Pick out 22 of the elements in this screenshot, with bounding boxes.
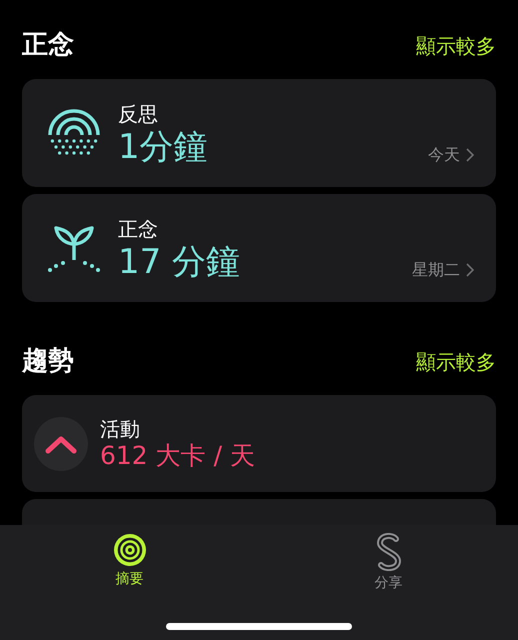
- share-icon: [376, 533, 402, 571]
- card-date: 星期二: [412, 259, 460, 281]
- card-date: 今天: [428, 144, 460, 166]
- tab[interactable]: 分享: [259, 533, 518, 594]
- chevron-right-icon: [466, 263, 474, 277]
- rings-icon: [112, 533, 146, 567]
- card-value: 1分鐘: [118, 127, 209, 167]
- trend-card[interactable]: 活動 612 大卡 / 天: [22, 395, 496, 492]
- card-title: 反思: [118, 101, 159, 127]
- tab[interactable]: 摘要: [0, 533, 259, 594]
- section-title: 正念: [22, 29, 74, 62]
- card-value: 612 大卡 / 天: [100, 440, 255, 470]
- show-more-link[interactable]: 顯示較多: [416, 30, 496, 60]
- card-title: 活動: [100, 416, 141, 440]
- card-value: 17 分鐘: [118, 242, 242, 282]
- section-title: 趨勢: [22, 345, 74, 378]
- summary-card[interactable]: 反思 1分鐘 今天: [22, 79, 496, 187]
- chevron-right-icon: [466, 148, 474, 162]
- show-more-link[interactable]: 顯示較多: [416, 346, 496, 376]
- summary-card[interactable]: 正念 17 分鐘 星期二: [22, 194, 496, 302]
- card-title: 正念: [118, 216, 159, 242]
- chevron-up-icon: [44, 434, 78, 454]
